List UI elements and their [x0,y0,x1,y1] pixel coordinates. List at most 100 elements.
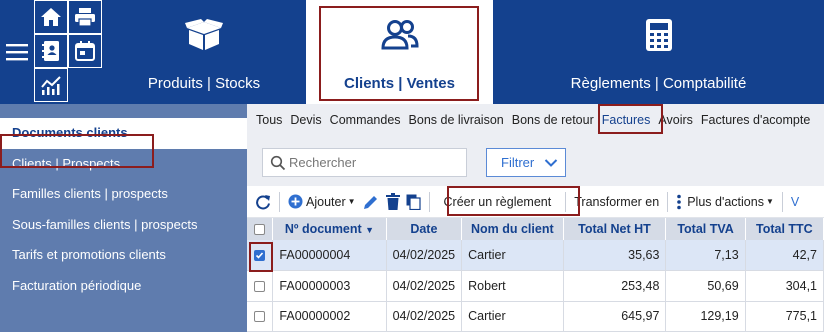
tab-bons-de-livraison[interactable]: Bons de livraison [405,104,508,136]
sidebar: Documents clients Clients | Prospects Fa… [0,104,247,332]
main-panel: Tous Devis Commandes Bons de livraison B… [247,104,824,332]
column-header-total-ttc[interactable]: Total TTC [745,218,824,240]
tab-commandes[interactable]: Commandes [326,104,405,136]
row-checkbox[interactable] [247,301,274,332]
column-header-total-tva[interactable]: Total TVA [665,218,746,240]
chevron-down-icon [545,158,558,167]
statistics-button[interactable] [34,68,68,102]
home-icon [41,8,61,26]
view-toggle-button[interactable]: V [791,186,799,218]
print-button[interactable] [68,0,102,34]
column-header-total-ht[interactable]: Total Net HT [563,218,667,240]
document-type-tabs: Tous Devis Commandes Bons de livraison B… [247,104,824,136]
create-payment-button[interactable]: Créer un règlement [438,186,558,218]
delete-button[interactable] [385,186,400,218]
calendar-button[interactable] [68,34,102,68]
module-clients[interactable]: Clients | Ventes [306,0,493,104]
tab-bons-de-retour[interactable]: Bons de retour [508,104,598,136]
more-actions-button[interactable]: Plus d'actions ▼ [676,186,774,218]
cell-total-tva: 7,13 [665,240,746,271]
search-icon [270,155,286,170]
cell-total-tva: 129,19 [665,301,746,332]
add-label: Ajouter [306,194,346,209]
table-row[interactable]: FA00000003 04/02/2025 Robert 253,48 50,6… [247,270,824,302]
contacts-button[interactable] [34,34,68,68]
caret-down-icon: ▼ [347,197,356,206]
row-checkbox[interactable] [247,270,274,302]
documents-table: Nº document ▼ Date Nom du client Total N… [247,218,824,332]
chart-icon [41,76,61,95]
print-icon [75,8,95,27]
cell-date: 04/02/2025 [386,270,463,302]
refresh-icon [256,194,270,209]
tab-factures[interactable]: Factures [598,104,655,136]
sidebar-item-sous-familles-clients[interactable]: Sous-familles clients | prospects [0,210,247,241]
copy-icon [406,194,421,210]
cell-document: FA00000002 [272,301,387,332]
home-button[interactable] [34,0,68,34]
cell-client: Cartier [461,301,564,332]
module-products-label: Produits | Stocks [147,75,261,92]
search-placeholder: Rechercher [289,155,357,170]
filter-dropdown[interactable]: Filtrer [486,148,566,177]
search-input[interactable]: Rechercher [262,148,467,177]
row-checkbox[interactable] [247,240,274,271]
filter-label: Filtrer [501,155,535,170]
cell-client: Robert [461,270,564,302]
sidebar-item-familles-clients[interactable]: Familles clients | prospects [0,179,247,210]
transform-button[interactable]: Transformer en [574,186,659,218]
column-header-document[interactable]: Nº document ▼ [272,218,387,240]
edit-button[interactable] [362,186,380,218]
check-icon [256,252,264,259]
sidebar-item-clients-prospects[interactable]: Clients | Prospects [0,149,247,180]
module-payments-label: Règlements | Comptabilité [570,75,747,92]
pencil-icon [363,195,377,209]
module-clients-label: Clients | Ventes [344,75,455,92]
cell-date: 04/02/2025 [386,301,463,332]
table-header: Nº document ▼ Date Nom du client Total N… [247,218,824,240]
sort-desc-icon: ▼ [365,225,375,235]
tab-tous[interactable]: Tous [247,104,286,136]
select-all-checkbox[interactable] [247,218,274,240]
calculator-icon [645,19,672,51]
column-header-date[interactable]: Date [386,218,463,240]
sidebar-item-documents-clients[interactable]: Documents clients [0,118,247,149]
cell-total-ht: 35,63 [563,240,667,271]
search-row: Rechercher Filtrer [247,136,824,186]
plus-circle-icon [288,194,303,209]
caret-down-icon: ▼ [765,197,774,206]
refresh-button[interactable] [247,186,271,218]
table-row[interactable]: FA00000004 04/02/2025 Cartier 35,63 7,13… [247,240,824,271]
cell-total-ht: 253,48 [563,270,667,302]
module-payments[interactable]: Règlements | Comptabilité [493,0,824,104]
menu-button[interactable] [0,0,34,104]
cell-total-ttc: 775,1 [745,301,824,332]
toolbar: Ajouter ▼ Créer un règlement Transformer… [247,186,824,218]
table-row[interactable]: FA00000002 04/02/2025 Cartier 645,97 129… [247,301,824,332]
column-header-client[interactable]: Nom du client [461,218,564,240]
sidebar-item-facturation-periodique[interactable]: Facturation périodique [0,271,247,302]
cell-client: Cartier [461,240,564,271]
cell-document: FA00000003 [272,270,387,302]
add-button[interactable]: Ajouter ▼ [288,186,356,218]
duplicate-button[interactable] [406,186,421,218]
box-icon [185,19,223,50]
cell-document: FA00000004 [272,240,387,271]
users-icon [380,20,419,50]
cell-date: 04/02/2025 [386,240,463,271]
contacts-book-icon [42,41,59,61]
cell-total-ht: 645,97 [563,301,667,332]
vertical-dots-icon [677,194,682,209]
sidebar-item-tarifs-promotions[interactable]: Tarifs et promotions clients [0,240,247,271]
more-actions-label: Plus d'actions [687,194,764,209]
tab-factures-acompte[interactable]: Factures d'acompte [697,104,814,136]
hamburger-icon [6,44,28,61]
trash-icon [385,193,400,210]
cell-total-tva: 50,69 [665,270,746,302]
module-products[interactable]: Produits | Stocks [102,0,306,104]
tab-avoirs[interactable]: Avoirs [654,104,697,136]
calendar-icon [75,41,95,61]
tab-devis[interactable]: Devis [286,104,325,136]
cell-total-ttc: 304,1 [745,270,824,302]
top-bar: Produits | Stocks Clients | Ventes Règle… [0,0,824,104]
